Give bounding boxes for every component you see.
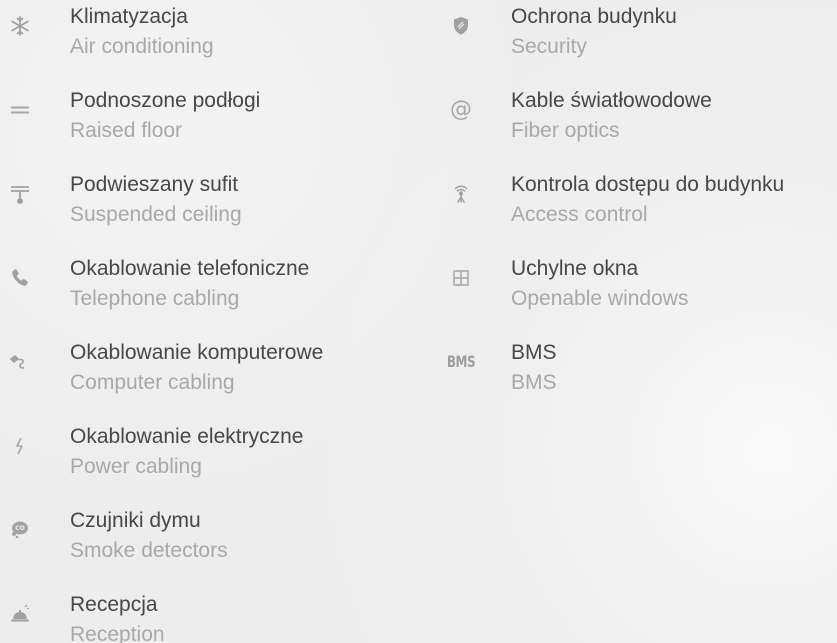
feature-label-pl: Uchylne okna: [511, 257, 639, 280]
feature-label-pl: Recepcja: [70, 593, 158, 616]
feature-label-pl: Klimatyzacja: [70, 5, 188, 28]
feature-label-en: Telephone cabling: [70, 287, 240, 310]
feature-label-en: Raised floor: [70, 119, 183, 142]
feature-label-en: BMS: [511, 371, 557, 394]
feature-label-pl: Czujniki dymu: [70, 509, 201, 532]
feature-label-en: Access control: [511, 203, 648, 226]
feature-label-pl: Okablowanie komputerowe: [70, 341, 324, 364]
access-antenna-icon: [441, 174, 481, 214]
feature-computer-cabling: Okablowanie komputerowe Computer cabling: [0, 336, 400, 420]
feature-suspended-ceiling: Podwieszany sufit Suspended ceiling: [0, 168, 400, 252]
feature-openable-windows: Uchylne okna Openable windows: [441, 252, 837, 336]
feature-label-pl: Okablowanie elektryczne: [70, 425, 304, 448]
reception-bell-icon: [0, 594, 40, 634]
feature-label-en: Air conditioning: [70, 35, 214, 58]
smoke-detector-icon: CO: [0, 510, 40, 550]
suspended-ceiling-icon: [0, 174, 40, 214]
feature-air-conditioning: Klimatyzacja Air conditioning: [0, 0, 400, 84]
feature-security: Ochrona budynku Security: [441, 0, 837, 84]
features-column-right: Ochrona budynku Security @ Kable światło…: [441, 0, 837, 420]
window-icon: [441, 258, 481, 298]
svg-text:CO: CO: [15, 525, 25, 532]
feature-reception: Recepcja Reception: [0, 588, 400, 643]
at-sign-icon: @: [450, 97, 472, 122]
feature-label-en: Security: [511, 35, 587, 58]
feature-power-cabling: Okablowanie elektryczne Power cabling: [0, 420, 400, 504]
feature-label-pl: Podwieszany sufit: [70, 173, 239, 196]
feature-label-en: Computer cabling: [70, 371, 235, 394]
feature-label-en: Reception: [70, 623, 165, 643]
feature-label-pl: Kontrola dostępu do budynku: [511, 173, 785, 196]
feature-label-en: Suspended ceiling: [70, 203, 242, 226]
bms-icon-text: BMS: [446, 352, 476, 372]
feature-label-pl: Okablowanie telefoniczne: [70, 257, 310, 280]
feature-label-en: Fiber optics: [511, 119, 620, 142]
phone-icon: [0, 258, 40, 298]
raised-floor-icon: [0, 90, 40, 130]
features-column-left: Klimatyzacja Air conditioning Podnoszone…: [0, 0, 400, 643]
feature-label-en: Openable windows: [511, 287, 689, 310]
feature-telephone-cabling: Okablowanie telefoniczne Telephone cabli…: [0, 252, 400, 336]
computer-cable-icon: [0, 342, 40, 382]
snowflake-icon: [0, 6, 40, 46]
feature-smoke-detectors: CO Czujniki dymu Smoke detectors: [0, 504, 400, 588]
feature-label-en: Power cabling: [70, 455, 202, 478]
feature-raised-floor: Podnoszone podłogi Raised floor: [0, 84, 400, 168]
feature-fiber-optics: @ Kable światłowodowe Fiber optics: [441, 84, 837, 168]
feature-access-control: Kontrola dostępu do budynku Access contr…: [441, 168, 837, 252]
feature-label-en: Smoke detectors: [70, 539, 228, 562]
feature-label-pl: Kable światłowodowe: [511, 89, 712, 112]
lightning-icon: [0, 426, 40, 466]
feature-label-pl: BMS: [511, 341, 557, 364]
feature-label-pl: Podnoszone podłogi: [70, 89, 261, 112]
feature-label-pl: Ochrona budynku: [511, 5, 677, 28]
feature-bms: BMS BMS BMS: [441, 336, 837, 420]
shield-icon: [441, 6, 481, 46]
bms-icon: BMS: [441, 342, 481, 382]
